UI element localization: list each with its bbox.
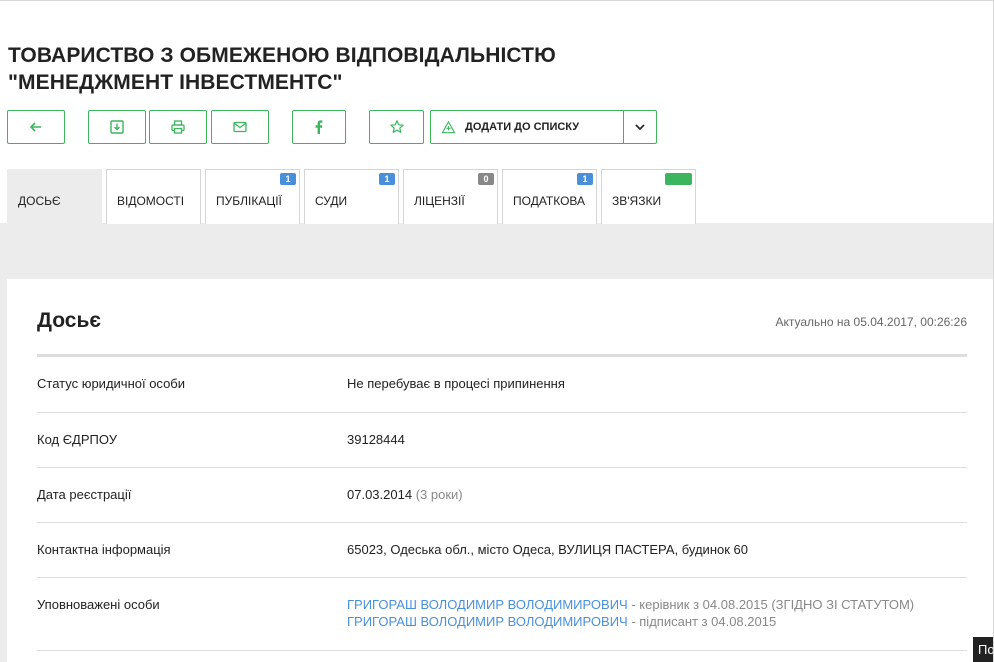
chevron-down-icon [635, 124, 645, 131]
star-icon [389, 120, 404, 133]
add-to-list-button[interactable]: ДОДАТИ ДО СПИСКУ [431, 111, 623, 143]
tab-label: ВІДОМОСТІ [117, 194, 185, 208]
info-row-registration: Дата реєстрації 07.03.2014 (3 роки) [37, 468, 967, 523]
add-to-list-label: ДОДАТИ ДО СПИСКУ [465, 121, 580, 133]
tab-label: ДОСЬЄ [18, 194, 61, 208]
email-icon [233, 121, 247, 133]
dossier-title: Досьє [37, 309, 101, 332]
tab-label: ЗВ'ЯЗКИ [612, 194, 662, 208]
person-link[interactable]: ГРИГОРАШ ВОЛОДИМИР ВОЛОДИМИРОВИЧ [347, 597, 628, 612]
download-icon [110, 120, 124, 134]
dossier-card: Досьє Актуально на 05.04.2017, 00:26:26 … [7, 279, 994, 662]
tab-dossier[interactable]: ДОСЬЄ [7, 169, 102, 224]
tab-details[interactable]: ВІДОМОСТІ [106, 169, 201, 224]
tab-licenses[interactable]: ЛІЦЕНЗІЇ 0 [403, 169, 498, 224]
count-badge: 0 [478, 173, 494, 185]
tab-courts[interactable]: СУДИ 1 [304, 169, 399, 224]
page-title-line2: "МЕНЕДЖМЕНТ ІНВЕСТМЕНТС" [8, 71, 343, 94]
email-button[interactable] [211, 110, 269, 144]
tab-label: ПУБЛІКАЦІЇ [216, 194, 282, 208]
count-badge: 1 [280, 173, 296, 185]
registration-date: 07.03.2014 [347, 487, 413, 502]
info-row-contact: Контактна інформація 65023, Одеська обл.… [37, 523, 967, 578]
row-label: Код ЄДРПОУ [37, 432, 117, 447]
row-label: Уповноважені особи [37, 597, 160, 612]
tab-tax[interactable]: ПОДАТКОВА 1 [502, 169, 597, 224]
count-badge: 1 [379, 173, 395, 185]
print-icon [171, 120, 185, 134]
registration-value: 07.03.2014 (3 роки) [347, 486, 463, 503]
tab-label: ЛІЦЕНЗІЇ [414, 194, 465, 208]
back-button[interactable] [7, 110, 65, 144]
person-link[interactable]: ГРИГОРАШ ВОЛОДИМИР ВОЛОДИМИРОВИЧ [347, 614, 628, 629]
row-label: Статус юридичної особи [37, 376, 186, 391]
info-row-status: Статус юридичної особи Не перебуває в пр… [37, 357, 967, 413]
edrpou-value: 39128444 [347, 432, 405, 447]
add-to-list-dropdown[interactable] [623, 111, 656, 143]
info-row-authorized: Уповноважені особи ГРИГОРАШ ВОЛОДИМИР ВО… [37, 578, 967, 651]
person-entry: ГРИГОРАШ ВОЛОДИМИР ВОЛОДИМИРОВИЧ - підпи… [347, 613, 914, 630]
person-role: - керівник з 04.08.2015 (ЗГІДНО ЗІ СТАТУ… [631, 597, 915, 612]
floating-widget[interactable]: По [973, 637, 994, 662]
page-title: ТОВАРИСТВО З ОБМЕЖЕНОЮ ВІДПОВІДАЛЬНІСТЮ … [8, 42, 556, 96]
print-button[interactable] [149, 110, 207, 144]
contact-value: 65023, Одеська обл., місто Одеса, ВУЛИЦЯ… [347, 542, 748, 557]
registration-age: (3 роки) [415, 487, 463, 502]
tab-connections[interactable]: ЗВ'ЯЗКИ beta [601, 169, 696, 224]
beta-badge: beta [665, 173, 692, 185]
page-title-line1: ТОВАРИСТВО З ОБМЕЖЕНОЮ ВІДПОВІДАЛЬНІСТЮ [8, 44, 556, 67]
updated-timestamp: Актуально на 05.04.2017, 00:26:26 [775, 315, 967, 329]
person-entry: ГРИГОРАШ ВОЛОДИМИР ВОЛОДИМИРОВИЧ - керів… [347, 596, 914, 613]
tab-label: ПОДАТКОВА [513, 194, 586, 208]
authorized-persons: ГРИГОРАШ ВОЛОДИМИР ВОЛОДИМИРОВИЧ - керів… [347, 596, 914, 630]
list-add-icon [441, 120, 456, 133]
tab-publications[interactable]: ПУБЛІКАЦІЇ 1 [205, 169, 300, 224]
count-badge: 1 [577, 173, 593, 185]
status-value: Не перебуває в процесі припинення [347, 376, 565, 391]
top-divider [0, 0, 994, 1]
info-row-edrpou: Код ЄДРПОУ 39128444 [37, 413, 967, 468]
person-role: - підписант з 04.08.2015 [631, 614, 777, 629]
row-label: Контактна інформація [37, 542, 171, 557]
back-arrow-icon [29, 122, 41, 132]
tab-label: СУДИ [315, 194, 348, 208]
add-to-list-split-button: ДОДАТИ ДО СПИСКУ [430, 110, 657, 144]
favorite-button[interactable] [369, 110, 424, 144]
download-button[interactable] [88, 110, 146, 144]
facebook-share-button[interactable] [292, 110, 346, 144]
facebook-icon [315, 120, 323, 134]
row-label: Дата реєстрації [37, 487, 132, 502]
